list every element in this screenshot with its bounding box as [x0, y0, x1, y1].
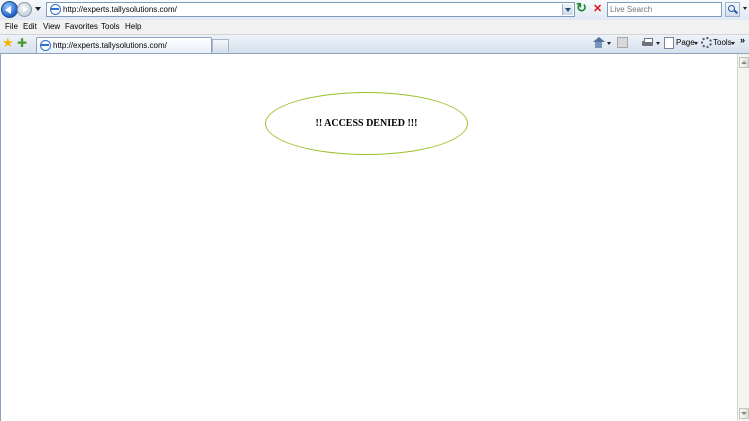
feeds-icon[interactable]	[617, 37, 628, 48]
page-icon[interactable]	[664, 37, 674, 49]
search-input[interactable]	[608, 3, 710, 16]
history-dropdown-icon[interactable]	[35, 7, 41, 11]
menu-help[interactable]: Help	[125, 21, 141, 33]
stop-icon[interactable]	[591, 2, 604, 16]
tab-label: http://experts.tallysolutions.com/	[53, 41, 167, 50]
forward-arrow-icon[interactable]	[17, 2, 32, 17]
toolbar-overflow-chevron[interactable]: »	[740, 35, 745, 45]
tab-command-bar: ★ ✚ http://experts.tallysolutions.com/ P…	[0, 35, 749, 54]
menu-bar: File Edit View Favorites Tools Help	[0, 20, 749, 35]
tab-current[interactable]: http://experts.tallysolutions.com/	[36, 37, 212, 53]
tools-dropdown-icon[interactable]	[731, 42, 735, 45]
vertical-scrollbar[interactable]	[737, 54, 749, 421]
address-url[interactable]: http://experts.tallysolutions.com/	[63, 4, 177, 15]
menu-favorites[interactable]: Favorites	[65, 21, 98, 33]
menu-tools[interactable]: Tools	[101, 21, 120, 33]
menu-file[interactable]: File	[5, 21, 18, 33]
menu-edit[interactable]: Edit	[23, 21, 37, 33]
ie-page-icon	[50, 4, 61, 15]
scroll-up-arrow-icon[interactable]	[739, 57, 749, 68]
address-toolbar: http://experts.tallysolutions.com/	[0, 0, 749, 21]
access-denied-message: !! ACCESS DENIED !!!	[315, 118, 418, 129]
print-dropdown-icon[interactable]	[656, 42, 660, 45]
address-field[interactable]: http://experts.tallysolutions.com/	[46, 2, 575, 17]
refresh-icon[interactable]	[576, 0, 589, 16]
search-field[interactable]	[607, 2, 722, 17]
add-favorites-icon[interactable]: ✚	[17, 36, 27, 50]
page-content: !! ACCESS DENIED !!!	[0, 54, 737, 421]
search-options-dropdown-icon[interactable]	[743, 7, 747, 10]
page-dropdown-icon[interactable]	[694, 42, 698, 45]
tools-menu-label[interactable]: Tools	[713, 37, 732, 49]
menu-view[interactable]: View	[43, 21, 60, 33]
home-icon[interactable]	[592, 37, 605, 49]
new-tab-button[interactable]	[212, 39, 229, 52]
magnifier-icon[interactable]	[725, 2, 740, 17]
gear-icon[interactable]	[701, 37, 712, 48]
back-arrow-icon[interactable]	[1, 1, 18, 18]
address-dropdown-icon[interactable]	[562, 4, 573, 15]
printer-icon[interactable]	[641, 37, 654, 49]
scroll-down-arrow-icon[interactable]	[739, 408, 749, 419]
star-icon[interactable]: ★	[2, 36, 14, 50]
ie-tab-icon	[40, 40, 51, 51]
page-menu-label[interactable]: Page	[676, 37, 695, 49]
home-dropdown-icon[interactable]	[607, 42, 611, 45]
